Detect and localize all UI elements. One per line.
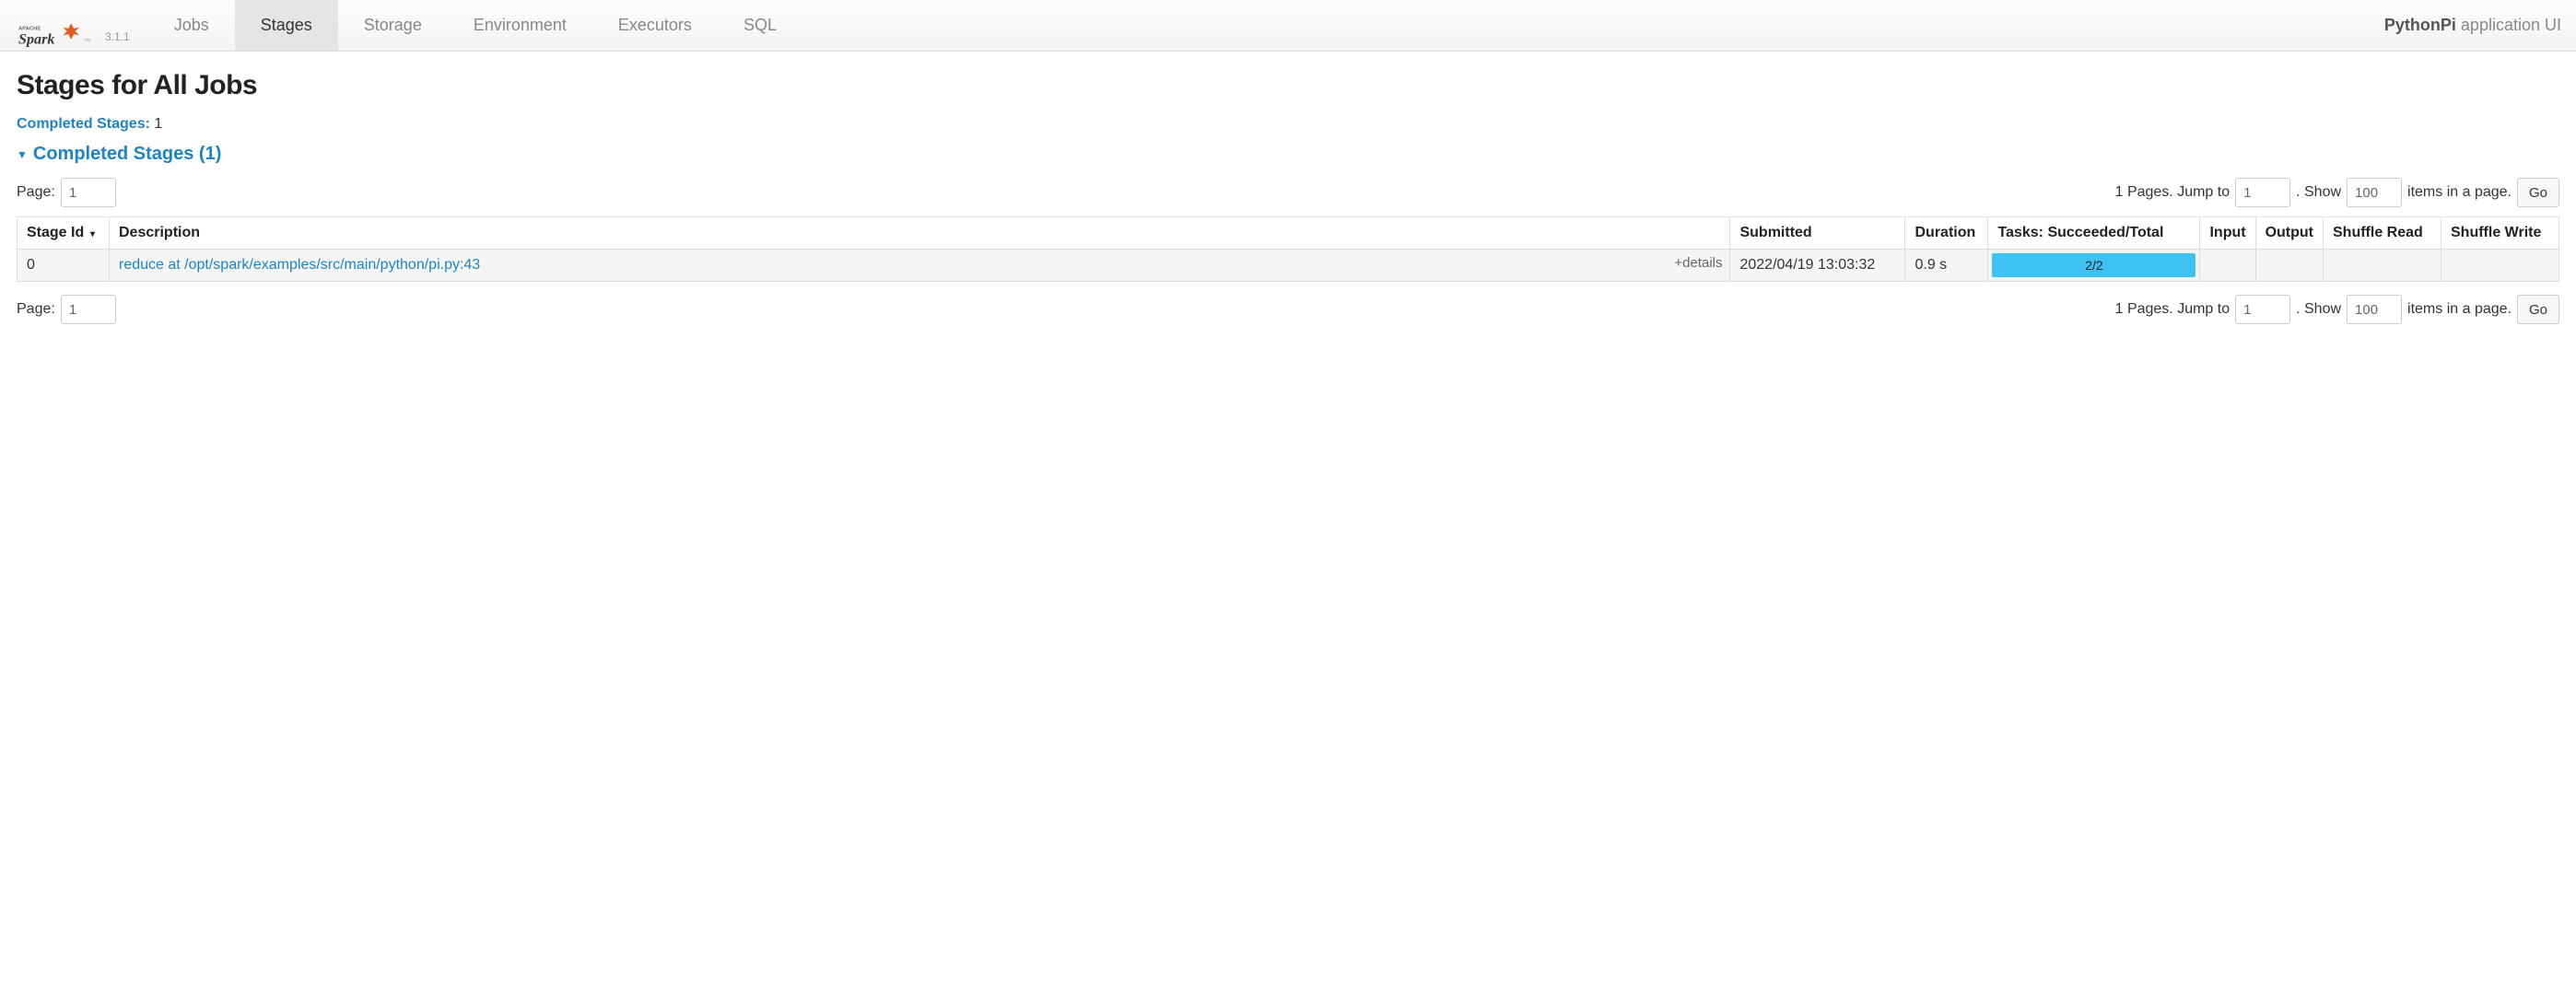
nav-tab-storage[interactable]: Storage <box>338 0 448 51</box>
app-name-bold: PythonPi <box>2384 16 2456 34</box>
page-size-input[interactable] <box>2347 178 2402 207</box>
caret-down-icon: ▼ <box>17 148 28 161</box>
task-progress-bar: 2/2 <box>1992 253 2195 277</box>
table-header-row: Stage Id ▾ Description Submitted Duratio… <box>18 217 2559 250</box>
page-input-bottom[interactable] <box>61 295 116 324</box>
show-prefix-bottom: . Show <box>2296 301 2341 318</box>
col-shuffle-write[interactable]: Shuffle Write <box>2441 217 2559 250</box>
cell-output <box>2255 250 2323 282</box>
page-label: Page: <box>17 184 55 201</box>
nav-tab-jobs[interactable]: Jobs <box>148 0 235 51</box>
main-content: Stages for All Jobs Completed Stages: 1 … <box>0 52 2576 352</box>
svg-text:™: ™ <box>83 37 90 45</box>
col-input[interactable]: Input <box>2200 217 2255 250</box>
cell-shuffle-read <box>2324 250 2441 282</box>
col-description[interactable]: Description <box>110 217 1730 250</box>
section-header-text: Completed Stages (1) <box>33 144 221 165</box>
summary-line: Completed Stages: 1 <box>17 116 2559 133</box>
nav-tab-executors[interactable]: Executors <box>592 0 718 51</box>
nav-tabs: Jobs Stages Storage Environment Executor… <box>148 0 802 51</box>
cell-duration: 0.9 s <box>1905 250 1988 282</box>
cell-tasks: 2/2 <box>1988 250 2200 282</box>
nav-tab-environment[interactable]: Environment <box>448 0 592 51</box>
cell-shuffle-write <box>2441 250 2559 282</box>
col-submitted[interactable]: Submitted <box>1730 217 1905 250</box>
section-toggle[interactable]: ▼ Completed Stages (1) <box>17 144 2559 165</box>
pager-left: Page: <box>17 178 116 207</box>
navbar: APACHE Spark ™ 3.1.1 Jobs Stages Storage… <box>0 0 2576 52</box>
go-button-bottom[interactable]: Go <box>2517 295 2559 324</box>
stages-table: Stage Id ▾ Description Submitted Duratio… <box>17 216 2559 282</box>
pager-left-bottom: Page: <box>17 295 116 324</box>
stage-description-link[interactable]: reduce at /opt/spark/examples/src/main/p… <box>119 257 480 273</box>
show-prefix: . Show <box>2296 184 2341 201</box>
details-toggle[interactable]: +details <box>1674 255 1722 271</box>
cell-input <box>2200 250 2255 282</box>
cell-description: reduce at /opt/spark/examples/src/main/p… <box>110 250 1730 282</box>
go-button[interactable]: Go <box>2517 178 2559 207</box>
show-suffix: items in a page. <box>2407 184 2512 201</box>
pager-bottom: Page: 1 Pages. Jump to . Show items in a… <box>17 295 2559 324</box>
cell-submitted: 2022/04/19 13:03:32 <box>1730 250 1905 282</box>
completed-stages-link[interactable]: Completed Stages: <box>17 116 150 132</box>
col-duration[interactable]: Duration <box>1905 217 1988 250</box>
page-title: Stages for All Jobs <box>17 70 2559 101</box>
page-input[interactable] <box>61 178 116 207</box>
jump-input-bottom[interactable] <box>2235 295 2290 324</box>
show-suffix-bottom: items in a page. <box>2407 301 2512 318</box>
pages-text: 1 Pages. Jump to <box>2115 184 2231 201</box>
jump-input[interactable] <box>2235 178 2290 207</box>
col-tasks[interactable]: Tasks: Succeeded/Total <box>1988 217 2200 250</box>
version-label: 3.1.1 <box>105 30 130 51</box>
page-size-input-bottom[interactable] <box>2347 295 2402 324</box>
page-label-bottom: Page: <box>17 301 55 318</box>
table-row: 0 reduce at /opt/spark/examples/src/main… <box>18 250 2559 282</box>
pager-right: 1 Pages. Jump to . Show items in a page.… <box>2115 178 2559 207</box>
completed-stages-count: 1 <box>150 116 162 132</box>
nav-tab-stages[interactable]: Stages <box>235 0 338 51</box>
pager-right-bottom: 1 Pages. Jump to . Show items in a page.… <box>2115 295 2559 324</box>
pager-top: Page: 1 Pages. Jump to . Show items in a… <box>17 178 2559 207</box>
sort-down-icon: ▾ <box>88 229 95 239</box>
col-stage-id[interactable]: Stage Id ▾ <box>18 217 110 250</box>
cell-stage-id: 0 <box>18 250 110 282</box>
col-shuffle-read[interactable]: Shuffle Read <box>2324 217 2441 250</box>
app-name: PythonPi application UI <box>2384 16 2561 35</box>
nav-tab-sql[interactable]: SQL <box>718 0 802 51</box>
svg-text:Spark: Spark <box>18 31 54 47</box>
spark-logo-icon: APACHE Spark ™ <box>18 17 100 51</box>
col-output[interactable]: Output <box>2255 217 2323 250</box>
brand-logo[interactable]: APACHE Spark ™ 3.1.1 <box>0 0 148 51</box>
pages-text-bottom: 1 Pages. Jump to <box>2115 301 2231 318</box>
